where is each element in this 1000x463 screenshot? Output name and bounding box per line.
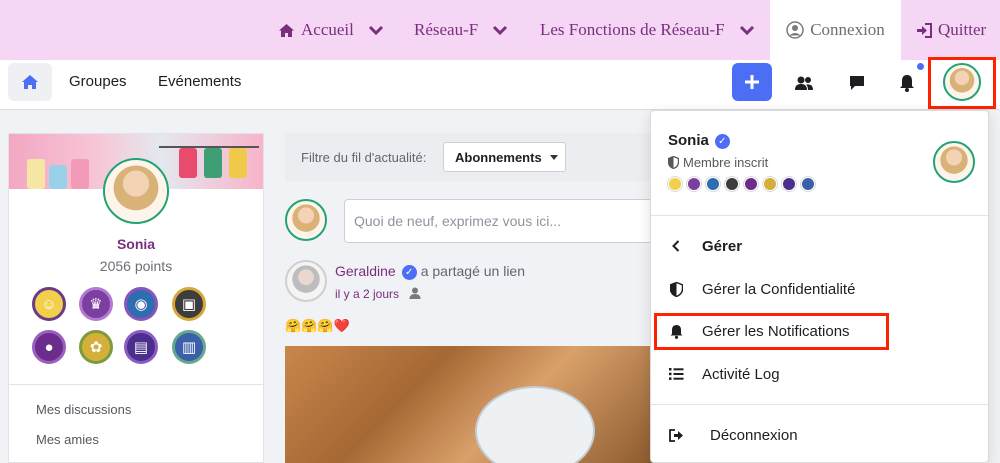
menu-item-logout[interactable]: Déconnexion [651,417,988,453]
profile-avatar[interactable] [103,158,169,224]
book-badge-icon[interactable] [782,177,796,191]
menu-item-manage[interactable]: Gérer [651,228,988,264]
profile-name[interactable]: Sonia [9,236,263,252]
menu-badges [668,177,820,191]
menu-item-logout-label: Déconnexion [710,426,798,444]
id-badge-icon[interactable] [801,177,815,191]
divider [651,404,988,405]
sign-in-icon [916,22,932,38]
privacy-user-icon [409,286,421,304]
status-composer-input[interactable]: Quoi de neuf, exprimez vous ici... [344,199,654,243]
menu-item-privacy[interactable]: Gérer la Confidentialité [651,271,988,307]
caret-down-icon [549,154,558,160]
divider [651,215,988,216]
chart-badge-icon[interactable] [725,177,739,191]
bell-icon[interactable] [896,72,918,94]
post-media-image[interactable] [285,346,655,463]
flower-badge-icon[interactable] [763,177,777,191]
plus-icon [745,75,759,89]
home-icon [278,23,295,38]
shield-icon [668,281,684,297]
menu-item-activity-log-label: Activité Log [702,365,780,383]
menu-user-name-row: Sonia ✓ [668,132,734,149]
avatar-highlight-box [928,57,996,109]
globe-badge-icon[interactable] [706,177,720,191]
post-text: 🤗🤗🤗❤️ [285,318,350,333]
post-author-name[interactable]: Geraldine [335,263,396,279]
post-timestamp[interactable]: il y a 2 jours [335,287,399,301]
chart-badge-icon[interactable]: ▣ [172,287,206,321]
menu-user-role-row: Membre inscrit [668,155,768,170]
my-friends-link[interactable]: Mes amies [36,432,99,447]
nav-quitter[interactable]: Quitter [916,0,986,60]
profile-card: Sonia 2056 points ☺ ♛ ◉ ▣ ● ✿ ▤ ▥ Mes di… [8,133,264,463]
chevron-down-icon [739,25,755,35]
home-button[interactable] [8,63,52,101]
nav-connexion[interactable]: Connexion [770,0,901,60]
composer-avatar [285,199,327,241]
feed-filter-value: Abonnements [455,149,542,165]
top-navigation-bar: Accueil Réseau-F Les Fonctions de Réseau… [0,0,1000,60]
groupes-link[interactable]: Groupes [69,73,127,90]
menu-user-avatar[interactable] [933,141,975,183]
person-badge-icon[interactable]: ● [32,330,66,364]
nav-fonctions[interactable]: Les Fonctions de Réseau-F [540,0,755,60]
sign-out-icon [668,427,684,443]
my-discussions-link[interactable]: Mes discussions [36,402,131,417]
evenements-link[interactable]: Evénements [158,73,241,90]
user-dropdown-menu: Sonia ✓ Membre inscrit Gérer Gérer la Con… [650,110,989,463]
menu-item-activity-log[interactable]: Activité Log [651,356,988,392]
globe-badge-icon[interactable]: ◉ [124,287,158,321]
feed-filter-select[interactable]: Abonnements [443,142,566,172]
secondary-navigation-bar: Groupes Evénements [0,60,1000,110]
home-icon [22,75,38,89]
menu-user-role: Membre inscrit [683,155,769,170]
create-button[interactable] [732,63,772,101]
chevron-left-icon [668,238,684,254]
post-header: Geraldine ✓ a partagé un lien [335,263,525,280]
nav-accueil[interactable]: Accueil [278,0,384,60]
badge-icon[interactable] [668,177,682,191]
badge-icon[interactable]: ☺ [32,287,66,321]
menu-item-privacy-label: Gérer la Confidentialité [702,280,856,298]
trophy-badge-icon[interactable] [687,177,701,191]
feed-filter-label: Filtre du fil d'actualité: [301,150,427,165]
flower-badge-icon[interactable]: ✿ [79,330,113,364]
notification-dot [917,63,924,70]
post-action-text: a partagé un lien [420,263,526,279]
nav-reseau[interactable]: Réseau-F [414,0,508,60]
chevron-down-icon [492,25,508,35]
nav-accueil-label: Accueil [301,20,354,39]
profile-points: 2056 points [99,258,173,274]
divider [9,384,263,385]
verified-icon: ✓ [401,264,417,280]
nav-connexion-label: Connexion [810,20,885,39]
menu-item-manage-label: Gérer [702,237,743,255]
verified-icon: ✓ [714,133,730,149]
notifications-highlight-box [654,313,889,350]
friends-icon[interactable] [793,72,815,94]
nav-reseau-label: Réseau-F [414,20,479,39]
shield-icon [668,156,679,169]
id-badge-icon[interactable]: ▥ [172,330,206,364]
list-icon [668,366,684,382]
nav-quitter-label: Quitter [938,20,987,39]
book-badge-icon[interactable]: ▤ [124,330,158,364]
trophy-badge-icon[interactable]: ♛ [79,287,113,321]
feed-filter-bar: Filtre du fil d'actualité: Abonnements [285,133,650,181]
post-author-avatar[interactable] [285,260,327,302]
person-badge-icon[interactable] [744,177,758,191]
user-circle-icon [786,21,804,39]
menu-user-name[interactable]: Sonia [668,132,709,149]
chevron-down-icon [368,25,384,35]
nav-fonctions-label: Les Fonctions de Réseau-F [540,20,725,39]
messages-icon[interactable] [846,72,868,94]
